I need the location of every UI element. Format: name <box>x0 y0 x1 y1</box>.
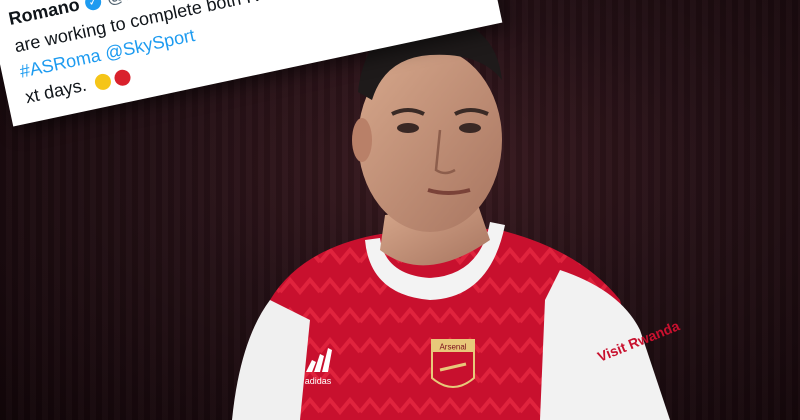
yellow-circle-emoji-icon <box>93 72 113 92</box>
arsenal-crest: Arsenal <box>431 339 475 388</box>
crest-text: Arsenal <box>439 343 466 352</box>
brand-text: adidas <box>305 376 332 386</box>
left-sleeve <box>232 300 310 420</box>
photo-scene: Arsenal adidas Visit Rwanda Romano✓@Fabr… <box>0 0 800 420</box>
verified-badge-icon: ✓ <box>83 0 103 12</box>
red-circle-emoji-icon <box>113 68 133 88</box>
